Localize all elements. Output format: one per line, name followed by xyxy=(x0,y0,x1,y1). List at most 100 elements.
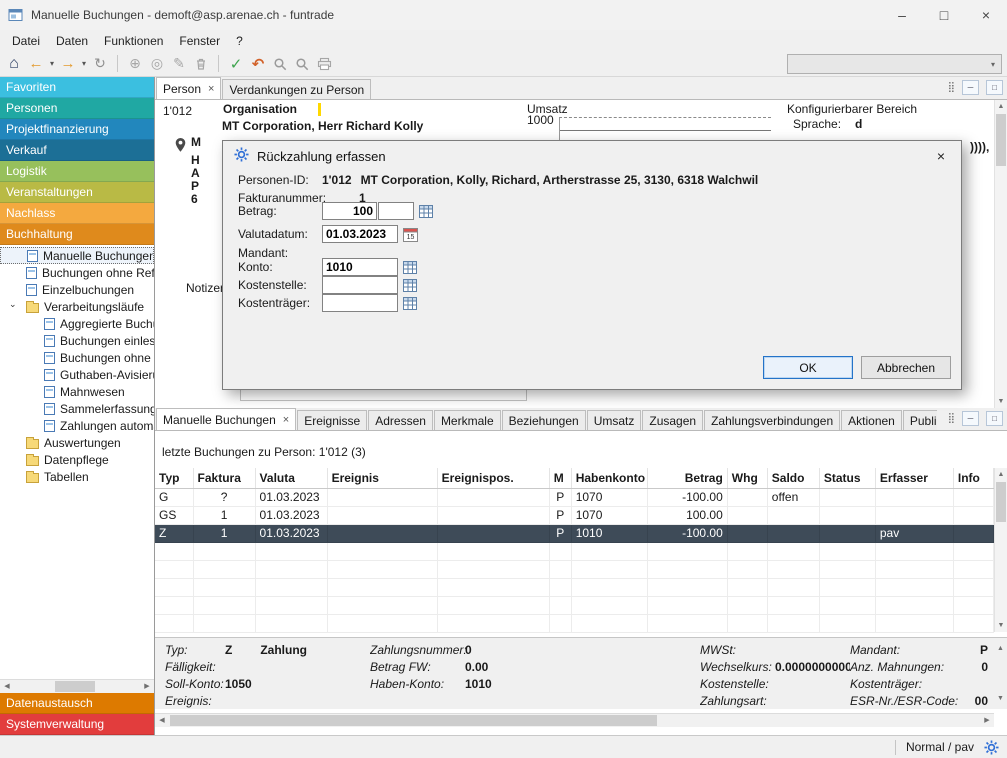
tab-aktionen[interactable]: Aktionen xyxy=(841,410,902,430)
sidebar-section-systemverwaltung[interactable]: Systemverwaltung xyxy=(0,714,154,735)
back-dropdown-icon[interactable]: ▾ xyxy=(47,53,57,75)
sidebar-section-nachlass[interactable]: Nachlass xyxy=(0,203,154,224)
panel-maximize-icon[interactable]: □ xyxy=(986,411,1003,426)
menu-item-datei[interactable]: Datei xyxy=(4,32,48,50)
panel-minimize-icon[interactable]: ─ xyxy=(962,80,979,95)
tab-beziehungen[interactable]: Beziehungen xyxy=(502,410,586,430)
column-header-whg[interactable]: Whg xyxy=(727,468,767,488)
sidebar-section-veranstaltungen[interactable]: Veranstaltungen xyxy=(0,182,154,203)
tree-item-datenpflege[interactable]: Datenpflege xyxy=(0,451,154,468)
panel-maximize-icon[interactable]: □ xyxy=(986,80,1003,95)
records-icon[interactable]: ◎ xyxy=(146,53,168,75)
column-header-faktura[interactable]: Faktura xyxy=(193,468,255,488)
calendar-icon[interactable]: 15 xyxy=(403,227,418,242)
table-vertical-scrollbar[interactable]: ▲ ▼ xyxy=(994,468,1007,632)
table-row-empty[interactable] xyxy=(155,542,994,560)
table-row-empty[interactable] xyxy=(155,596,994,614)
search-input[interactable] xyxy=(788,55,985,73)
sidebar-horizontal-scrollbar[interactable]: ◀ ▶ xyxy=(0,679,154,693)
scroll-left-arrow[interactable]: ◀ xyxy=(155,714,169,727)
tree-item-mahnwesen[interactable]: Mahnwesen xyxy=(0,383,154,400)
window-close-button[interactable]: × xyxy=(965,0,1007,30)
undo-icon[interactable]: ↶ xyxy=(247,53,269,75)
betrag-secondary-input[interactable] xyxy=(378,202,414,220)
tab-merkmale[interactable]: Merkmale xyxy=(434,410,501,430)
close-icon[interactable]: × xyxy=(283,414,289,426)
scroll-down-arrow[interactable]: ▼ xyxy=(995,395,1007,408)
table-row-empty[interactable] xyxy=(155,578,994,596)
tree-item-buchungen-einlese[interactable]: Buchungen einlese xyxy=(0,332,154,349)
sidebar-section-projektfinanzierung[interactable]: Projektfinanzierung xyxy=(0,119,154,140)
column-header-valuta[interactable]: Valuta xyxy=(255,468,327,488)
column-header-ereignispos[interactable]: Ereignispos. xyxy=(437,468,549,488)
cancel-button[interactable]: Abbrechen xyxy=(861,356,951,379)
tree-item-sammelerfassung-s[interactable]: Sammelerfassung S xyxy=(0,400,154,417)
back-icon[interactable]: ← xyxy=(25,53,47,75)
edit-icon[interactable]: ✎ xyxy=(168,53,190,75)
tree-item-auswertungen[interactable]: Auswertungen xyxy=(0,434,154,451)
lookup-grid-icon[interactable] xyxy=(403,279,417,292)
scroll-right-arrow[interactable]: ▶ xyxy=(140,680,154,693)
tab-person[interactable]: Person× xyxy=(156,77,221,99)
lookup-grid-icon[interactable] xyxy=(403,297,417,310)
confirm-icon[interactable]: ✓ xyxy=(225,53,247,75)
tree-item-zahlungen-automat[interactable]: Zahlungen automat xyxy=(0,417,154,434)
scroll-thumb[interactable] xyxy=(55,681,95,692)
kostentraeger-input[interactable] xyxy=(322,294,398,312)
refresh-icon[interactable]: ↻ xyxy=(89,53,111,75)
details-scroll[interactable]: ▲ ▼ xyxy=(994,637,1007,709)
column-header-saldo[interactable]: Saldo xyxy=(767,468,819,488)
tab-manuelle-buchungen[interactable]: Manuelle Buchungen× xyxy=(156,408,296,430)
tab-publikationen[interactable]: Publikationen xyxy=(903,410,937,430)
scroll-thumb[interactable] xyxy=(170,715,657,726)
tree-item-einzelbuchungen[interactable]: Einzelbuchungen xyxy=(0,281,154,298)
table-row[interactable]: GS101.03.2023P1070100.00 xyxy=(155,506,994,524)
delete-icon[interactable] xyxy=(190,53,212,75)
menu-item-help[interactable]: ? xyxy=(228,32,251,50)
table-row[interactable]: Z101.03.2023P1010-100.00pav xyxy=(155,524,994,542)
scroll-down-arrow[interactable]: ▼ xyxy=(995,619,1007,632)
panel-options-icon[interactable]: ⣿ xyxy=(948,413,955,424)
tab-adressen[interactable]: Adressen xyxy=(368,410,433,430)
forward-dropdown-icon[interactable]: ▾ xyxy=(79,53,89,75)
valutadatum-input[interactable] xyxy=(322,225,398,243)
column-header-betrag[interactable]: Betrag xyxy=(647,468,727,488)
scroll-up-arrow[interactable]: ▲ xyxy=(995,100,1007,113)
chevron-down-icon[interactable]: ⌄ xyxy=(9,299,17,310)
home-icon[interactable]: ⌂ xyxy=(3,53,25,75)
menu-item-funktionen[interactable]: Funktionen xyxy=(96,32,171,50)
add-icon[interactable]: ⊕ xyxy=(124,53,146,75)
konto-input[interactable] xyxy=(322,258,398,276)
table-row-empty[interactable] xyxy=(155,560,994,578)
search-dropdown-icon[interactable]: ▾ xyxy=(985,60,1001,69)
ok-button[interactable]: OK xyxy=(763,356,853,379)
person-vertical-scrollbar[interactable]: ▲ ▼ xyxy=(994,100,1007,408)
column-header-habenkonto[interactable]: Habenkonto xyxy=(571,468,647,488)
betrag-input[interactable] xyxy=(322,202,377,220)
column-header-status[interactable]: Status xyxy=(819,468,875,488)
scroll-up-arrow[interactable]: ▲ xyxy=(994,642,1007,655)
window-maximize-button[interactable]: □ xyxy=(923,0,965,30)
tree-item-guthaben-avisierun[interactable]: Guthaben-Avisierun xyxy=(0,366,154,383)
zoom-icon[interactable] xyxy=(291,53,313,75)
search-icon[interactable] xyxy=(269,53,291,75)
tab-verdankungen-zu-person[interactable]: Verdankungen zu Person xyxy=(222,79,371,99)
tab-zusagen[interactable]: Zusagen xyxy=(642,410,703,430)
scroll-up-arrow[interactable]: ▲ xyxy=(995,468,1007,481)
statusbar-gear-icon[interactable] xyxy=(984,740,999,755)
forward-icon[interactable]: → xyxy=(57,53,79,75)
menu-item-fenster[interactable]: Fenster xyxy=(171,32,228,50)
sidebar-section-verkauf[interactable]: Verkauf xyxy=(0,140,154,161)
column-header-m[interactable]: M xyxy=(549,468,571,488)
column-header-typ[interactable]: Typ xyxy=(155,468,193,488)
buchungen-horizontal-scrollbar[interactable]: ◀ ▶ xyxy=(155,713,994,727)
sidebar-section-logistik[interactable]: Logistik xyxy=(0,161,154,182)
sidebar-section-datenaustausch[interactable]: Datenaustausch xyxy=(0,693,154,714)
tab-ereignisse[interactable]: Ereignisse xyxy=(297,410,367,430)
scroll-down-arrow[interactable]: ▼ xyxy=(994,692,1007,705)
print-icon[interactable] xyxy=(313,53,335,75)
sidebar-section-personen[interactable]: Personen xyxy=(0,98,154,119)
tab-zahlungsverbindungen[interactable]: Zahlungsverbindungen xyxy=(704,410,840,430)
lookup-grid-icon[interactable] xyxy=(403,261,417,274)
tree-item-verarbeitungsläufe[interactable]: ⌄Verarbeitungsläufe xyxy=(0,298,154,315)
